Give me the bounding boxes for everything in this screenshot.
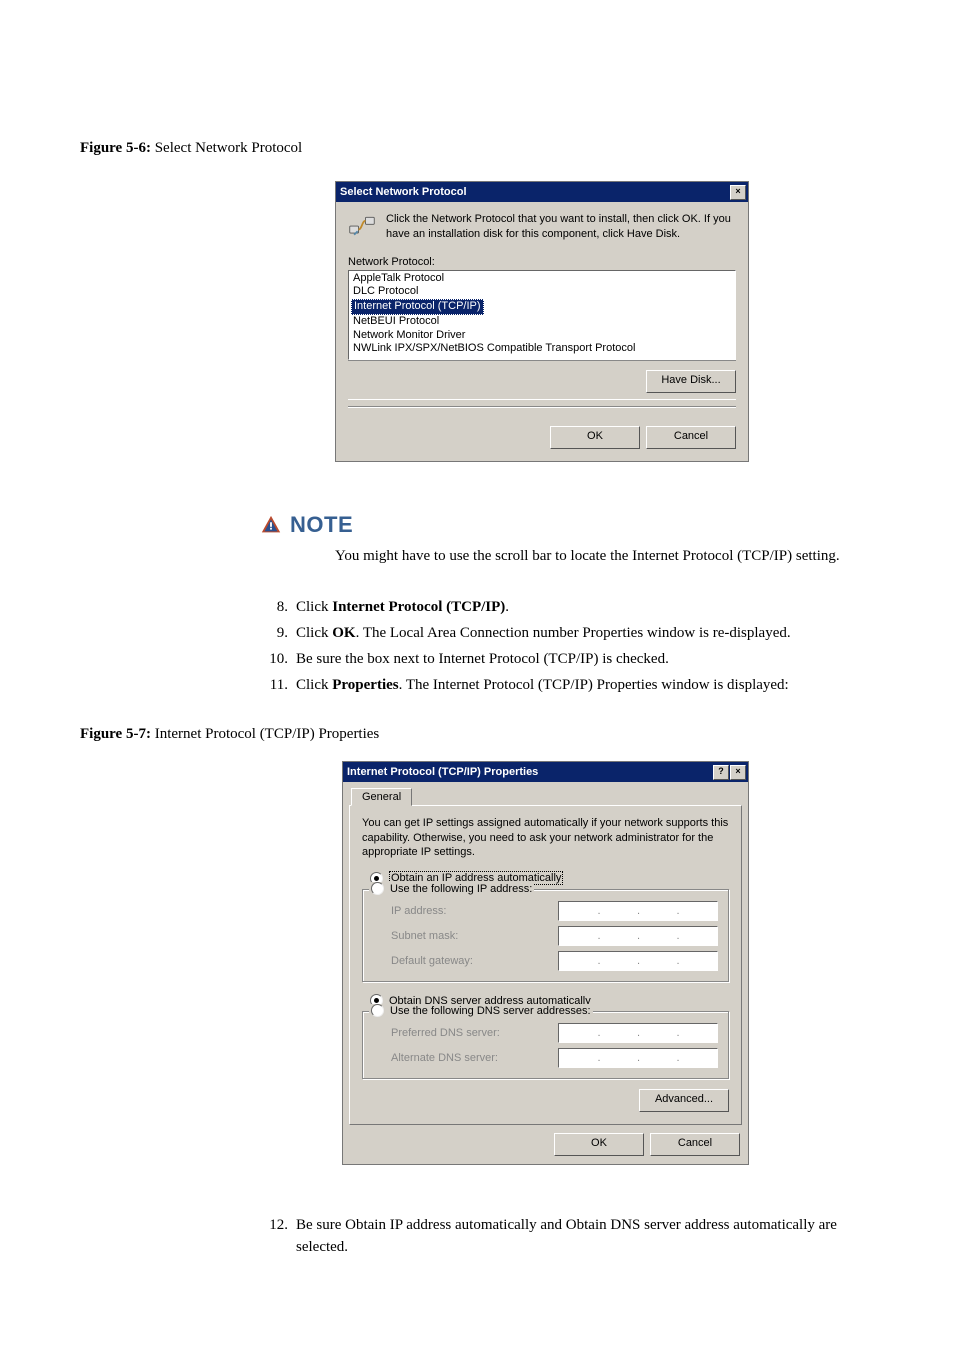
figure-5-7-caption: Figure 5-7: Internet Protocol (TCP/IP) P… <box>80 726 874 743</box>
close-icon[interactable]: × <box>730 765 746 780</box>
note-icon <box>260 514 282 536</box>
list-item-selected[interactable]: Internet Protocol (TCP/IP) <box>351 299 484 315</box>
ok-button[interactable]: OK <box>554 1133 644 1156</box>
protocol-listbox[interactable]: AppleTalk Protocol DLC Protocol Internet… <box>348 270 736 360</box>
dialog-titlebar: Internet Protocol (TCP/IP) Properties ? … <box>343 762 748 782</box>
close-icon[interactable]: × <box>730 185 746 200</box>
advanced-button[interactable]: Advanced... <box>639 1089 729 1112</box>
step-10: 10. Be sure the box next to Internet Pro… <box>260 649 874 671</box>
dns-groupbox: Use the following DNS server addresses: … <box>362 1011 729 1079</box>
ip-address-groupbox: Use the following IP address: IP address… <box>362 889 729 982</box>
radio-use-ip[interactable]: Use the following IP address: <box>390 883 532 895</box>
step-9: 9. Click OK. The Local Area Connection n… <box>260 623 874 645</box>
cancel-button[interactable]: Cancel <box>646 426 736 449</box>
label-alternate-dns: Alternate DNS server: <box>391 1052 498 1064</box>
ip-address-field <box>558 901 718 921</box>
steps-list-2: 12. Be sure Obtain IP address automatica… <box>260 1215 874 1259</box>
radio-icon[interactable] <box>371 1004 384 1017</box>
radio-icon[interactable] <box>371 882 384 895</box>
select-network-protocol-dialog: Select Network Protocol × Click <box>335 181 749 462</box>
list-item[interactable]: Network Monitor Driver <box>351 329 733 343</box>
list-item[interactable]: NWLink IPX/SPX/NetBIOS Compatible Transp… <box>351 342 733 356</box>
label-subnet-mask: Subnet mask: <box>391 930 458 942</box>
radio-use-dns[interactable]: Use the following DNS server addresses: <box>390 1005 591 1017</box>
tcpip-properties-dialog: Internet Protocol (TCP/IP) Properties ? … <box>342 761 749 1165</box>
subnet-mask-field <box>558 926 718 946</box>
have-disk-button[interactable]: Have Disk... <box>646 370 736 393</box>
figure-5-6-caption: Figure 5-6: Select Network Protocol <box>80 140 874 157</box>
note-block: NOTE You might have to use the scroll ba… <box>260 512 874 568</box>
label-preferred-dns: Preferred DNS server: <box>391 1027 500 1039</box>
step-11: 11. Click Properties. The Internet Proto… <box>260 675 874 697</box>
preferred-dns-field <box>558 1023 718 1043</box>
step-8: 8. Click Internet Protocol (TCP/IP). <box>260 597 874 619</box>
list-item[interactable]: NetBEUI Protocol <box>351 315 733 329</box>
step-12: 12. Be sure Obtain IP address automatica… <box>260 1215 874 1259</box>
cancel-button[interactable]: Cancel <box>650 1133 740 1156</box>
list-label: Network Protocol: <box>348 256 736 268</box>
dialog-instruction: Click the Network Protocol that you want… <box>386 212 736 242</box>
dialog-titlebar: Select Network Protocol × <box>336 182 748 202</box>
figure-number: Figure 5-6: <box>80 140 151 156</box>
network-protocol-icon <box>348 212 376 240</box>
tab-general[interactable]: General <box>351 788 412 806</box>
list-item[interactable]: DLC Protocol <box>351 285 733 299</box>
help-icon[interactable]: ? <box>713 765 729 780</box>
tcpip-intro-text: You can get IP settings assigned automat… <box>362 816 729 859</box>
figure-title: Internet Protocol (TCP/IP) Properties <box>155 726 380 742</box>
figure-number: Figure 5-7: <box>80 726 151 742</box>
dialog-title: Select Network Protocol <box>340 186 467 198</box>
label-ip-address: IP address: <box>391 905 446 917</box>
alternate-dns-field <box>558 1048 718 1068</box>
figure-title: Select Network Protocol <box>155 140 302 156</box>
list-item[interactable]: AppleTalk Protocol <box>351 272 733 286</box>
note-label: NOTE <box>290 512 353 538</box>
label-default-gateway: Default gateway: <box>391 955 473 967</box>
note-text: You might have to use the scroll bar to … <box>335 546 874 568</box>
default-gateway-field <box>558 951 718 971</box>
ok-button[interactable]: OK <box>550 426 640 449</box>
steps-list: 8. Click Internet Protocol (TCP/IP). 9. … <box>260 597 874 696</box>
dialog-title: Internet Protocol (TCP/IP) Properties <box>347 766 538 778</box>
